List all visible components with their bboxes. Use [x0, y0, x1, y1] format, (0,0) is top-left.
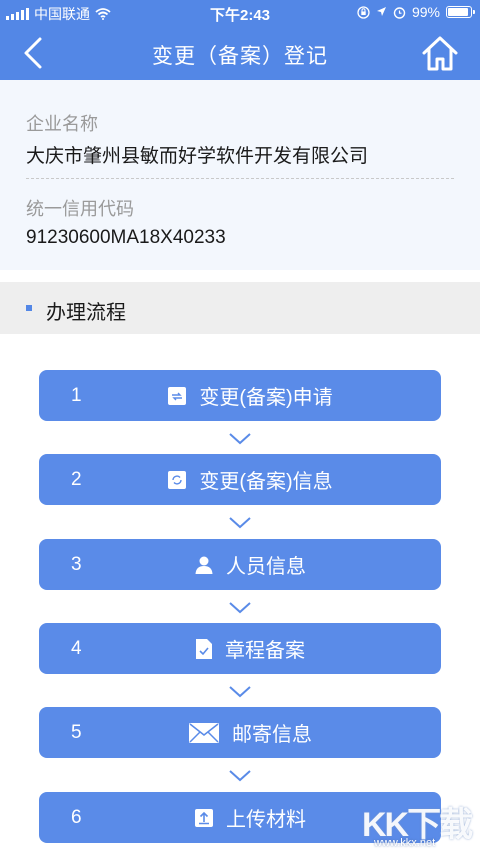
watermark-url: www.kkx.net	[374, 837, 436, 849]
step-4-button[interactable]: 4 章程备案	[39, 623, 441, 674]
page-title: 变更（备案）登记	[152, 45, 328, 68]
chevron-down-icon	[229, 602, 251, 614]
credit-code-label: 统一信用代码	[26, 199, 134, 219]
form-icon	[167, 386, 187, 406]
battery-icon	[446, 6, 475, 18]
step-2-button[interactable]: 2 变更(备案)信息	[39, 454, 441, 505]
chevron-down-icon	[229, 517, 251, 529]
refresh-icon	[167, 470, 187, 490]
company-name-label: 企业名称	[26, 114, 98, 134]
step-5-button[interactable]: 5 邮寄信息	[39, 707, 441, 758]
process-section-header: 办理流程	[0, 282, 480, 334]
company-info-panel: 企业名称 大庆市肇州县敏而好学软件开发有限公司 统一信用代码 91230600M…	[0, 80, 480, 270]
divider	[26, 178, 454, 179]
process-title: 办理流程	[46, 302, 126, 324]
nav-bar: 变更（备案）登记	[0, 26, 480, 80]
step-label: 邮寄信息	[232, 724, 312, 746]
step-label: 章程备案	[225, 640, 305, 662]
watermark-logo: KK下载 www.kkx.net	[362, 797, 473, 853]
lock-rotation-icon	[357, 5, 370, 19]
step-label: 人员信息	[226, 556, 306, 578]
upload-icon	[194, 808, 214, 828]
step-label: 变更(备案)信息	[199, 471, 333, 493]
step-label: 变更(备案)申请	[199, 387, 333, 409]
alarm-icon	[393, 6, 406, 19]
section-marker	[26, 305, 32, 311]
credit-code-value: 91230600MA18X40233	[26, 227, 226, 248]
home-icon[interactable]	[420, 34, 460, 72]
step-1-button[interactable]: 1 变更(备案)申请	[39, 370, 441, 421]
company-name-value: 大庆市肇州县敏而好学软件开发有限公司	[26, 146, 369, 167]
location-icon	[376, 7, 386, 16]
status-right: 99%	[357, 4, 475, 20]
chevron-down-icon	[229, 686, 251, 698]
status-bar: 中国联通 下午2:43 99%	[0, 0, 480, 26]
step-3-button[interactable]: 3 人员信息	[39, 539, 441, 590]
chevron-down-icon	[229, 433, 251, 445]
mail-icon	[188, 722, 220, 744]
step-label: 上传材料	[226, 809, 306, 831]
battery-percent: 99%	[411, 4, 440, 20]
document-check-icon	[195, 638, 213, 660]
person-icon	[194, 555, 214, 575]
chevron-down-icon	[229, 770, 251, 782]
